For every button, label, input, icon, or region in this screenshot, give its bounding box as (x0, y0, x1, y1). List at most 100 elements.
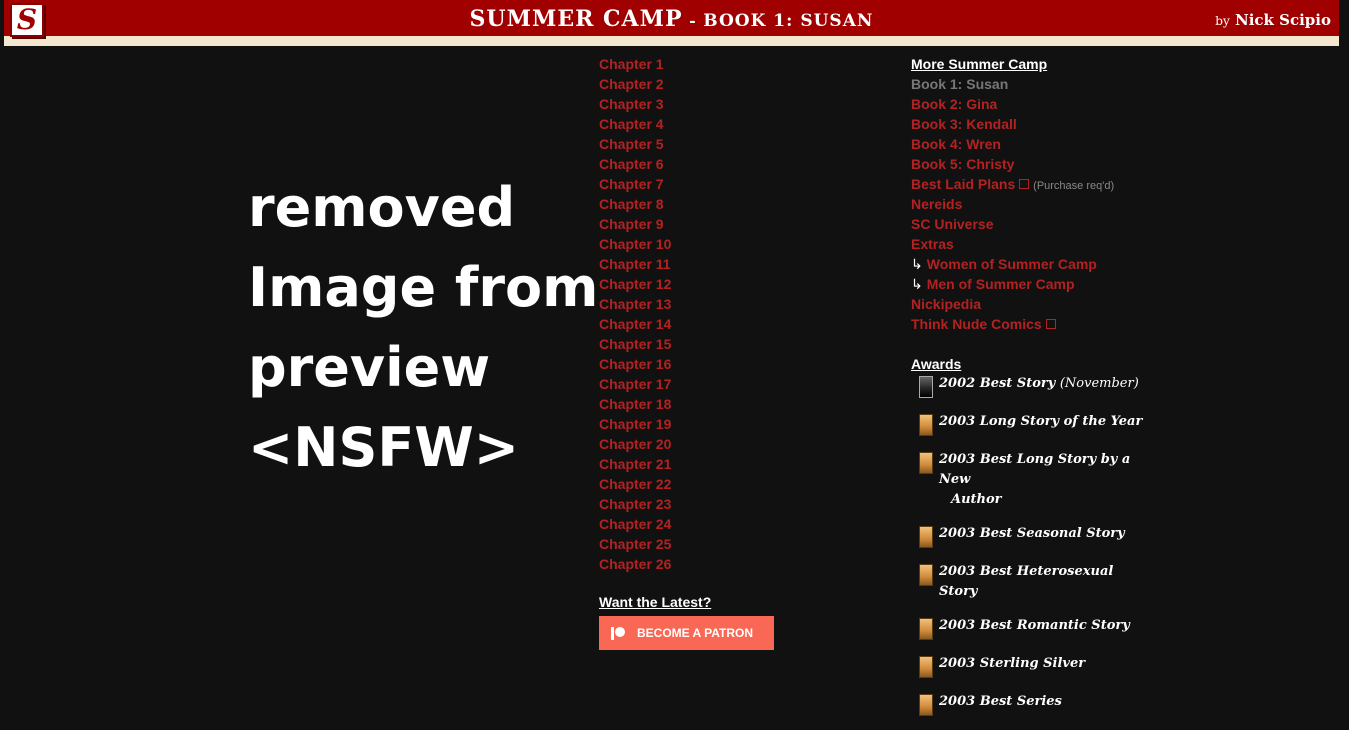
award-extra: (November) (1059, 376, 1139, 391)
awards-heading[interactable]: Awards (911, 354, 961, 374)
award-badge-icon (919, 376, 933, 398)
award-text: 2003 Long Story of the Year (939, 412, 1142, 432)
list-item: Chapter 12 (599, 274, 671, 294)
nickipedia-link[interactable]: Nickipedia (911, 296, 981, 312)
purchase-note: (Purchase req'd) (1033, 180, 1115, 192)
book-2-link[interactable]: Book 2: Gina (911, 96, 997, 112)
chapter-12-link[interactable]: Chapter 12 (599, 276, 671, 292)
chapter-11-link[interactable]: Chapter 11 (599, 256, 671, 272)
chapter-10-link[interactable]: Chapter 10 (599, 236, 671, 252)
women-of-summer-camp-link[interactable]: Women of Summer Camp (927, 256, 1097, 272)
title-book: BOOK 1: SUSAN (703, 11, 874, 31)
award-title: 2003 Best Series (939, 694, 1062, 709)
award-badge-icon (919, 564, 933, 586)
list-item: Chapter 17 (599, 374, 671, 394)
list-item: Chapter 23 (599, 494, 671, 514)
award-item: 2003 Sterling Silver (919, 654, 1144, 678)
award-item: 2003 Long Story of the Year (919, 412, 1144, 436)
chapter-5-link[interactable]: Chapter 5 (599, 136, 664, 152)
list-item: Chapter 20 (599, 434, 671, 454)
chapter-23-link[interactable]: Chapter 23 (599, 496, 671, 512)
chapter-1-link[interactable]: Chapter 1 (599, 56, 664, 72)
list-item: Chapter 26 (599, 554, 671, 574)
award-title: 2003 Best Heterosexual Story (939, 564, 1114, 599)
list-item: Chapter 5 (599, 134, 671, 154)
chapter-21-link[interactable]: Chapter 21 (599, 456, 671, 472)
award-item: 2003 Best Long Story by a New Author (919, 450, 1144, 510)
chapter-17-link[interactable]: Chapter 17 (599, 376, 671, 392)
external-link-icon (1045, 319, 1056, 329)
list-item: Chapter 24 (599, 514, 671, 534)
list-item: Chapter 22 (599, 474, 671, 494)
nereids-link[interactable]: Nereids (911, 196, 962, 212)
list-item: Chapter 18 (599, 394, 671, 414)
want-latest-link[interactable]: Want the Latest? (599, 594, 711, 610)
list-item: Chapter 1 (599, 54, 671, 74)
patron-button-label: BECOME A PATRON (637, 626, 753, 640)
sub-arrow-icon: ↳ (911, 276, 923, 292)
sc-universe-link[interactable]: SC Universe (911, 216, 993, 232)
chapter-20-link[interactable]: Chapter 20 (599, 436, 671, 452)
book-5-link[interactable]: Book 5: Christy (911, 156, 1014, 172)
list-item: Chapter 8 (599, 194, 671, 214)
chapter-16-link[interactable]: Chapter 16 (599, 356, 671, 372)
chapter-22-link[interactable]: Chapter 22 (599, 476, 671, 492)
award-item: 2002 Best Story (November) (919, 374, 1144, 398)
chapter-24-link[interactable]: Chapter 24 (599, 516, 671, 532)
patreon-icon (611, 626, 625, 640)
chapter-15-link[interactable]: Chapter 15 (599, 336, 671, 352)
list-item: Chapter 3 (599, 94, 671, 114)
chapter-9-link[interactable]: Chapter 9 (599, 216, 664, 232)
book-1-current: Book 1: Susan (911, 76, 1009, 92)
chapter-4-link[interactable]: Chapter 4 (599, 116, 664, 132)
list-item: Chapter 21 (599, 454, 671, 474)
chapter-26-link[interactable]: Chapter 26 (599, 556, 671, 572)
men-of-summer-camp-link[interactable]: Men of Summer Camp (927, 276, 1075, 292)
book-4-link[interactable]: Book 4: Wren (911, 136, 1001, 152)
list-item: Chapter 2 (599, 74, 671, 94)
image-placeholder-text: removed Image from preview <NSFW> (248, 176, 599, 479)
list-item: Chapter 14 (599, 314, 671, 334)
title-main: SUMMER CAMP (469, 6, 683, 32)
award-item: 2003 Best Heterosexual Story (919, 562, 1144, 602)
award-badge-icon (919, 618, 933, 640)
book-3-link[interactable]: Book 3: Kendall (911, 116, 1017, 132)
think-nude-comics-link[interactable]: Think Nude Comics (911, 316, 1042, 332)
chapter-6-link[interactable]: Chapter 6 (599, 156, 664, 172)
more-summer-camp-heading[interactable]: More Summer Camp (911, 54, 1114, 74)
chapter-7-link[interactable]: Chapter 7 (599, 176, 664, 192)
chapter-list: Chapter 1 Chapter 2 Chapter 3 Chapter 4 Chap… (599, 54, 671, 574)
list-item: Chapter 7 (599, 174, 671, 194)
award-badge-icon (919, 414, 933, 436)
award-title: 2003 Best Romantic Story (939, 618, 1130, 633)
list-item: Chapter 11 (599, 254, 671, 274)
chapter-19-link[interactable]: Chapter 19 (599, 416, 671, 432)
award-text: 2003 Best Long Story by a New Author (939, 450, 1144, 510)
award-text: 2003 Best Seasonal Story (939, 524, 1125, 544)
extras-link[interactable]: Extras (911, 236, 954, 252)
awards-list: 2002 Best Story (November) 2003 Long Stor… (919, 374, 1144, 730)
list-item: Chapter 15 (599, 334, 671, 354)
page-title: SUMMER CAMP - BOOK 1: SUSAN (4, 6, 1339, 32)
award-text: 2002 Best Story (November) (939, 374, 1139, 394)
award-text: 2003 Sterling Silver (939, 654, 1085, 674)
best-laid-plans-link[interactable]: Best Laid Plans (911, 176, 1015, 192)
award-badge-icon (919, 656, 933, 678)
chapter-18-link[interactable]: Chapter 18 (599, 396, 671, 412)
title-separator: - (682, 11, 704, 30)
chapter-3-link[interactable]: Chapter 3 (599, 96, 664, 112)
list-item: Chapter 13 (599, 294, 671, 314)
chapter-14-link[interactable]: Chapter 14 (599, 316, 671, 332)
chapter-25-link[interactable]: Chapter 25 (599, 536, 671, 552)
become-patron-button[interactable]: BECOME A PATRON (599, 616, 774, 650)
award-title-continued: Author (951, 492, 1002, 507)
award-title: 2003 Best Seasonal Story (939, 526, 1125, 541)
chapter-13-link[interactable]: Chapter 13 (599, 296, 671, 312)
award-title: 2002 Best Story (939, 376, 1056, 391)
list-item: Chapter 10 (599, 234, 671, 254)
chapter-2-link[interactable]: Chapter 2 (599, 76, 664, 92)
award-badge-icon (919, 694, 933, 716)
chapter-8-link[interactable]: Chapter 8 (599, 196, 664, 212)
more-summer-camp-list: More Summer Camp Book 1: Susan Book 2: G… (911, 54, 1114, 334)
award-badge-icon (919, 526, 933, 548)
